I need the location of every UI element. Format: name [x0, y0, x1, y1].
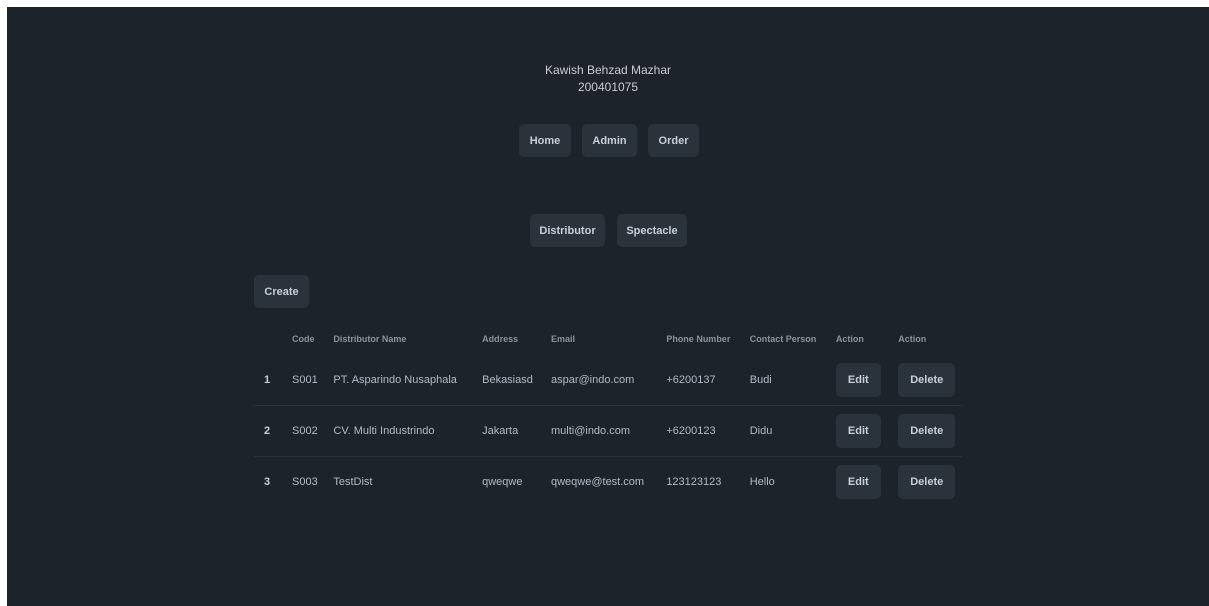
row-edit-cell: Edit — [824, 355, 886, 406]
row-address: qweqwe — [482, 476, 523, 488]
row-index: 2 — [264, 425, 271, 437]
column-header-address: Address — [482, 334, 519, 344]
row-contact-person: Budi — [749, 374, 772, 386]
column-header-contact-person: Contact Person — [749, 334, 817, 344]
column-header-email: Email — [550, 334, 575, 344]
row-index: 1 — [264, 374, 271, 386]
column-header-action-delete: Action — [898, 334, 927, 344]
table-row: 2 S002 CV. Multi Industrindo Jakarta mul… — [254, 406, 962, 457]
table-row: 1 S001 PT. Asparindo Nusaphala Bekasiasd… — [254, 355, 962, 406]
row-distributor-name: PT. Asparindo Nusaphala — [333, 374, 457, 386]
row-address: Jakarta — [482, 425, 519, 437]
edit-button[interactable]: Edit — [835, 363, 881, 397]
row-distributor-name: TestDist — [333, 476, 373, 488]
column-header-index — [254, 323, 280, 355]
row-address: Bekasiasd — [482, 374, 533, 386]
author-name: Kawish Behzad Mazhar — [544, 63, 672, 77]
row-code: S002 — [292, 425, 318, 437]
row-contact-person: Hello — [749, 476, 775, 488]
row-email: multi@indo.com — [550, 425, 631, 437]
row-phone-number: 123123123 — [666, 476, 722, 488]
table-header-row: Code Distributor Name Address Email Phon… — [254, 323, 962, 355]
row-contact-person: Didu — [749, 425, 773, 437]
column-header-action-edit: Action — [835, 334, 864, 344]
row-phone-number: +6200137 — [666, 374, 716, 386]
order-button[interactable]: Order — [648, 124, 699, 157]
distributor-table: Code Distributor Name Address Email Phon… — [254, 323, 962, 507]
row-distributor-name: CV. Multi Industrindo — [333, 425, 435, 437]
row-delete-cell: Delete — [886, 457, 962, 508]
distributor-button[interactable]: Distributor — [530, 214, 605, 247]
delete-button[interactable]: Delete — [898, 414, 956, 448]
edit-button[interactable]: Edit — [835, 465, 881, 499]
row-code: S001 — [292, 374, 318, 386]
row-edit-cell: Edit — [824, 457, 886, 508]
create-button[interactable]: Create — [254, 275, 309, 308]
row-email: qweqwe@test.com — [550, 476, 645, 488]
column-header-distributor-name: Distributor Name — [333, 334, 407, 344]
row-index: 3 — [264, 476, 271, 488]
column-header-phone-number: Phone Number — [666, 334, 731, 344]
row-delete-cell: Delete — [886, 355, 962, 406]
row-code: S003 — [292, 476, 318, 488]
app-container: Kawish Behzad Mazhar 200401075 Home Admi… — [7, 7, 1209, 606]
student-id: 200401075 — [577, 80, 639, 94]
row-delete-cell: Delete — [886, 406, 962, 457]
column-header-code: Code — [292, 334, 315, 344]
distributor-table-container: Code Distributor Name Address Email Phon… — [254, 323, 962, 507]
admin-button[interactable]: Admin — [582, 124, 637, 157]
spectacle-button[interactable]: Spectacle — [617, 214, 687, 247]
table-row: 3 S003 TestDist qweqwe qweqwe@test.com 1… — [254, 457, 962, 508]
row-edit-cell: Edit — [824, 406, 886, 457]
delete-button[interactable]: Delete — [898, 465, 956, 499]
edit-button[interactable]: Edit — [835, 414, 881, 448]
home-button[interactable]: Home — [519, 124, 571, 157]
row-email: aspar@indo.com — [550, 374, 635, 386]
row-phone-number: +6200123 — [666, 425, 716, 437]
delete-button[interactable]: Delete — [898, 363, 956, 397]
